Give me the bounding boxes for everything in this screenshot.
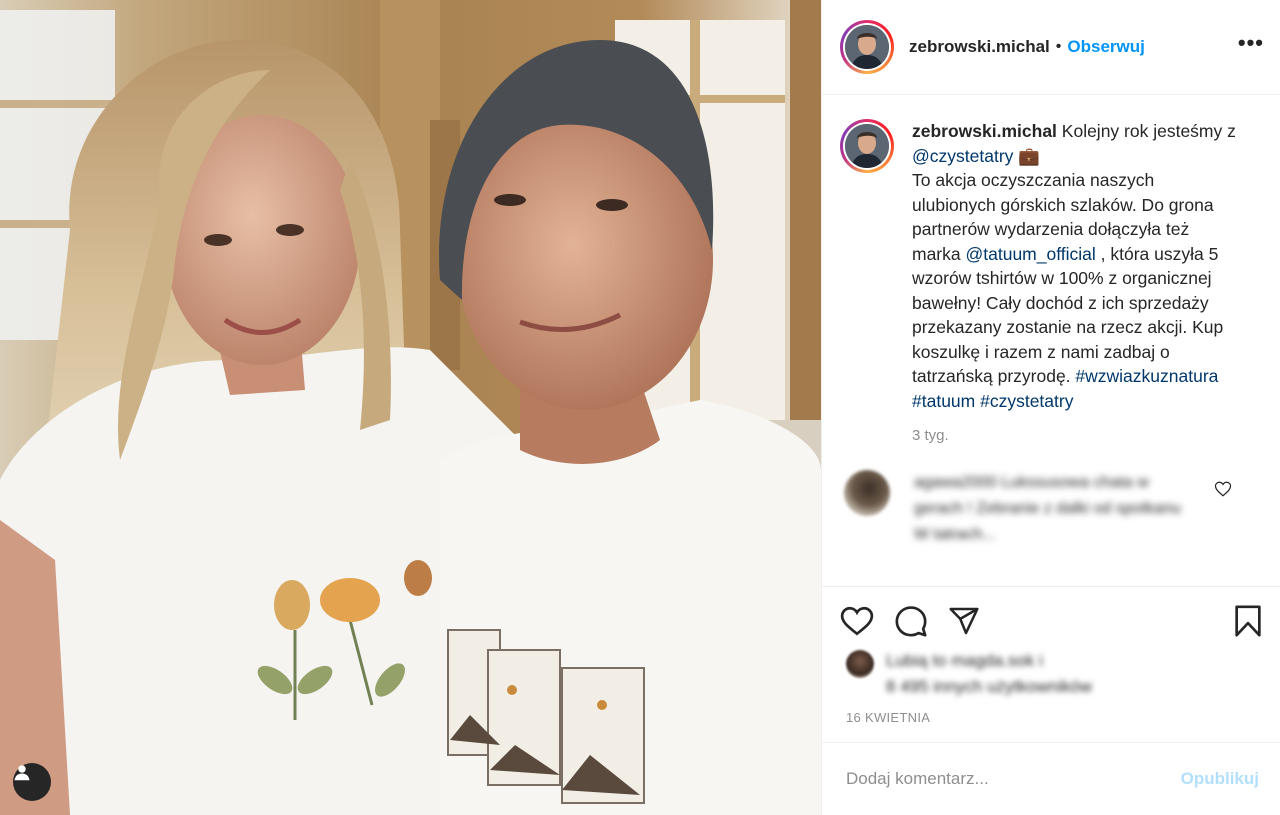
post-date[interactable]: 16 KWIETNIA bbox=[846, 710, 930, 725]
speech-bubble-icon bbox=[895, 605, 927, 637]
hashtag-czystetatry[interactable]: #czystetatry bbox=[980, 391, 1073, 411]
likes-line-2: 8 495 innych użytkowników bbox=[886, 677, 1093, 696]
liker-avatar[interactable] bbox=[846, 650, 874, 678]
post-header: zebrowski.michal • Obserwuj ••• bbox=[822, 0, 1280, 95]
comment-like-button[interactable] bbox=[1214, 480, 1232, 503]
avatar[interactable] bbox=[845, 25, 889, 69]
photo-illustration bbox=[0, 0, 821, 815]
paper-plane-icon bbox=[949, 607, 979, 634]
separator-dot: • bbox=[1055, 38, 1062, 55]
mention-tatuum-official[interactable]: @tatuum_official bbox=[965, 244, 1095, 264]
likes-line-1: Lubią to magda.sok i bbox=[886, 651, 1043, 670]
caption-time-ago: 3 tyg. bbox=[912, 427, 949, 444]
story-ring[interactable] bbox=[840, 20, 894, 74]
tagged-users-button[interactable] bbox=[13, 763, 51, 801]
heart-icon bbox=[840, 606, 874, 635]
comment-item: agawa2000 Lukssusowa chata w gerach ! Ze… bbox=[840, 470, 1263, 548]
commenter-avatar[interactable] bbox=[844, 470, 890, 516]
header-username[interactable]: zebrowski.michal bbox=[909, 37, 1050, 57]
caption-avatar[interactable] bbox=[845, 124, 889, 168]
mention-czystetatry[interactable]: @czystetatry bbox=[912, 146, 1013, 166]
hashtag-wzwiazkuznatura[interactable]: #wzwiazkuznatura bbox=[1075, 366, 1218, 386]
comment-text: agawa2000 Lukssusowa chata w gerach ! Ze… bbox=[914, 474, 1181, 543]
like-button[interactable] bbox=[840, 605, 874, 637]
post-photo[interactable] bbox=[0, 0, 821, 815]
caption: zebrowski.michal Kolejny rok jesteśmy z … bbox=[840, 119, 1263, 413]
caption-story-ring[interactable] bbox=[840, 119, 894, 173]
publish-button[interactable]: Opublikuj bbox=[1181, 769, 1259, 789]
add-comment-form: Opublikuj bbox=[822, 742, 1280, 815]
bookmark-icon bbox=[1235, 604, 1261, 637]
caption-text-part: , która uszyła 5 wzorów tshirtów w 100% … bbox=[912, 243, 1224, 387]
hashtag-tatuum[interactable]: #tatuum bbox=[912, 391, 975, 411]
comments-scroll-area[interactable]: zebrowski.michal Kolejny rok jesteśmy z … bbox=[822, 96, 1280, 586]
caption-text-part: Kolejny rok jesteśmy z bbox=[1056, 121, 1236, 141]
post-side-panel: zebrowski.michal • Obserwuj ••• zebrowsk… bbox=[821, 0, 1280, 815]
caption-text: zebrowski.michal Kolejny rok jesteśmy z … bbox=[912, 119, 1242, 413]
follow-button[interactable]: Obserwuj bbox=[1067, 37, 1144, 57]
comment-input[interactable] bbox=[846, 769, 1146, 789]
user-icon bbox=[14, 765, 30, 781]
save-button[interactable] bbox=[1233, 604, 1263, 638]
share-button[interactable] bbox=[948, 605, 980, 637]
more-options-button[interactable]: ••• bbox=[1238, 32, 1264, 62]
heart-icon bbox=[1214, 481, 1232, 497]
likes-summary: Lubią to magda.sok i 8 495 innych użytko… bbox=[846, 648, 1266, 700]
likes-text[interactable]: Lubią to magda.sok i 8 495 innych użytko… bbox=[886, 648, 1092, 700]
comment-button[interactable] bbox=[894, 604, 928, 638]
briefcase-emoji: 💼 bbox=[1013, 145, 1041, 166]
caption-username[interactable]: zebrowski.michal bbox=[912, 121, 1057, 141]
action-bar bbox=[822, 586, 1280, 654]
